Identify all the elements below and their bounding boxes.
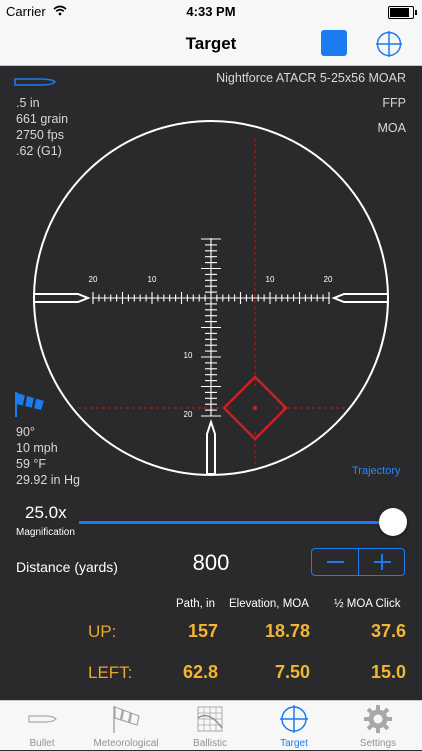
magnification-slider-fill [79,521,379,524]
tab-ballistic-label: Ballistic [193,738,227,749]
impact-marker [222,375,288,441]
magnification-label: Magnification [16,527,75,538]
tick-label-left-20: 20 [89,275,98,284]
row-label-left: LEFT: [88,663,133,682]
gear-icon [364,705,392,733]
tick-label-down-20: 20 [184,410,193,419]
tick-label-down-10: 10 [184,351,193,360]
up-click: 37.6 [370,621,406,641]
crosshair-icon [280,705,308,733]
left-elevation: 7.50 [274,662,310,682]
distance-stepper [311,548,405,576]
stop-button[interactable] [321,30,347,56]
tab-target-label: Target [280,738,308,749]
magnification-slider[interactable] [79,521,397,524]
tab-ballistic[interactable]: Ballistic [168,701,252,751]
tab-bullet[interactable]: Bullet [0,701,84,751]
reticle-units: MOA [377,121,406,135]
bottom-post [206,418,216,475]
up-elevation: 18.78 [264,621,310,641]
tick-label-right-20: 20 [324,275,333,284]
right-post [331,293,389,303]
bullet-diameter: .5 in [16,96,40,110]
clock: 4:33 PM [186,4,236,19]
wind-speed: 10 mph [16,441,58,455]
tab-meteorological[interactable]: Meteorological [84,701,168,751]
tick-label-left-10: 10 [148,275,157,284]
distance-label: Distance (yards) [16,559,118,575]
tab-settings[interactable]: Settings [336,701,420,751]
temperature: 59 °F [16,457,47,471]
tab-target[interactable]: Target [252,701,336,751]
bullet-bc: .62 (G1) [16,144,62,158]
left-path: 62.8 [182,662,218,682]
wind-direction: 90° [16,425,35,439]
tab-bullet-label: Bullet [29,738,55,749]
header-path: Path, in [176,598,215,610]
nav-bar: Target [0,22,422,66]
bullet-weight: 661 grain [16,112,69,126]
decrement-button[interactable] [312,549,359,575]
pressure: 29.92 in Hg [16,473,80,487]
scope-name: Nightforce ATACR 5-25x56 MOAR [216,71,406,85]
up-path: 157 [187,621,218,641]
header-elevation: Elevation, MOA [229,598,309,610]
magnification-slider-knob[interactable] [379,508,407,536]
trajectory-link[interactable]: Trajectory [352,465,401,477]
battery-icon [388,6,417,19]
bullet-icon[interactable] [14,76,56,88]
windsock-icon [113,706,140,733]
tick-label-right-10: 10 [266,275,275,284]
tab-bar: Bullet Meteorological Ballistic Target S… [0,700,422,750]
increment-button[interactable] [359,549,405,575]
left-click: 15.0 [370,662,406,682]
focal-plane: FFP [382,96,406,110]
ballistic-grid-icon [197,706,223,732]
windsock-icon[interactable] [14,390,46,418]
crosshair-icon[interactable] [375,30,403,58]
distance-value[interactable]: 800 [160,550,262,576]
row-label-up: UP: [88,622,117,641]
tab-meteorological-label: Meteorological [93,738,159,749]
status-bar: Carrier 4:33 PM [0,0,422,22]
header-click: ½ MOA Click [334,598,401,610]
magnification-value: 25.0x [25,503,67,522]
bullet-velocity: 2750 fps [16,128,64,142]
tab-settings-label: Settings [359,738,397,749]
left-post [33,293,91,303]
bullet-icon [28,715,57,723]
page-title: Target [185,34,237,53]
